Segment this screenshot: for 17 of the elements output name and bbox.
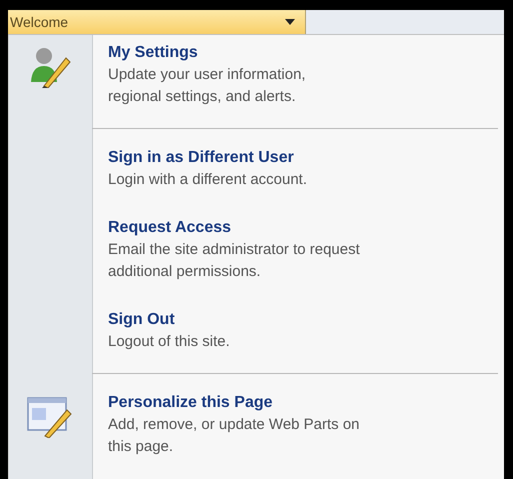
menu-item-title: Personalize this Page — [108, 393, 274, 413]
menu-item-description: Update your user information, regional settings, and alerts. — [108, 65, 307, 107]
menu-item-title: Sign Out — [108, 310, 176, 330]
menu-item-description: Add, remove, or update Web Parts on this page. — [108, 415, 361, 457]
menu-item[interactable]: Sign in as Different User Login with a different account. — [92, 141, 504, 211]
menu-item-title: Sign in as Different User — [108, 148, 295, 168]
welcome-menu-button[interactable]: Welcome — [8, 10, 306, 34]
menu-item[interactable]: Request Access Email the site administrator to request additional permissions. — [92, 211, 504, 303]
menu-item-description: Login with a different account. — [108, 170, 308, 190]
menu-item-description: Logout of this site. — [108, 332, 231, 352]
menu-item[interactable]: My Settings Update your user information, regional settings, and alerts. — [92, 36, 498, 129]
menu-item-title: Request Access — [108, 218, 232, 238]
menu-item-description: Email the site administrator to request additional permissions. — [108, 240, 361, 282]
menu-item[interactable]: Personalize this Page Add, remove, or update Web Parts on this page. — [92, 386, 504, 478]
menu-item-title: My Settings — [108, 43, 199, 63]
dropdown-arrow-icon — [285, 19, 295, 25]
menu-item[interactable]: Sign Out Logout of this site. — [92, 303, 498, 374]
